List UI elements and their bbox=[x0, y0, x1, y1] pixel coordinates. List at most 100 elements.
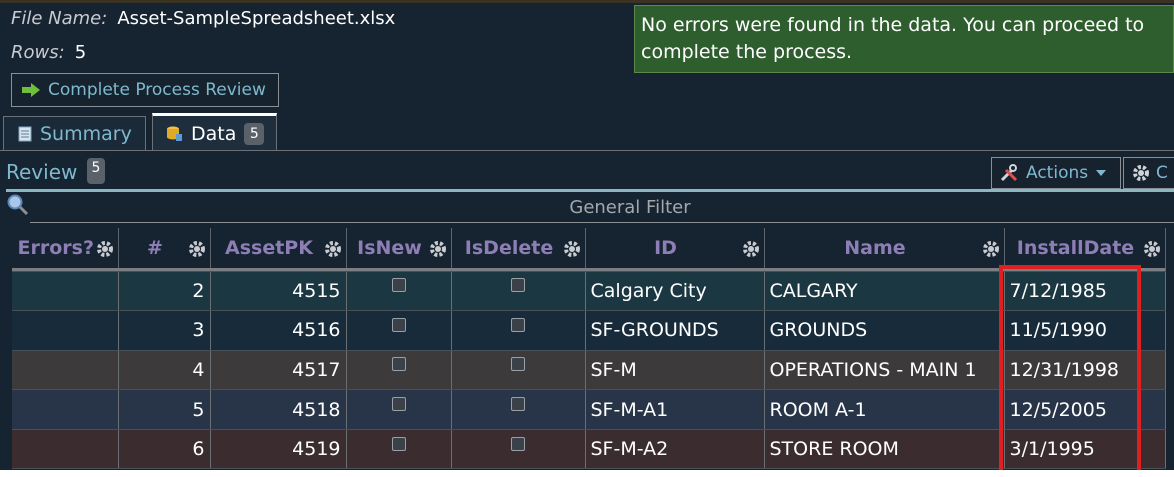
file-name-row: File Name: Asset-SampleSpreadsheet.xlsx bbox=[11, 8, 395, 42]
top-border bbox=[0, 0, 1174, 3]
cell-number: 2 bbox=[118, 271, 211, 312]
tab-divider bbox=[0, 150, 1174, 151]
cell-number: 3 bbox=[118, 310, 211, 351]
cell-errors bbox=[12, 429, 119, 470]
column-header-id[interactable]: ID bbox=[585, 228, 765, 268]
cell-isnew bbox=[346, 310, 452, 351]
column-header-name[interactable]: Name bbox=[764, 228, 1005, 268]
success-message: No errors were found in the data. You ca… bbox=[634, 5, 1174, 73]
tab-summary[interactable]: Summary bbox=[3, 116, 146, 151]
column-header-number[interactable]: # bbox=[118, 228, 211, 268]
data-table: Errors? # AssetPK IsNew IsDelete ID Name… bbox=[12, 228, 1166, 470]
cell-isdelete bbox=[451, 271, 586, 312]
tab-data-badge: 5 bbox=[244, 122, 265, 145]
installdate-highlight-annotation bbox=[999, 265, 1141, 474]
tab-data[interactable]: Data 5 bbox=[152, 113, 277, 151]
review-header-rule bbox=[6, 189, 1174, 192]
caret-down-icon bbox=[1096, 170, 1107, 176]
cell-number: 5 bbox=[118, 389, 211, 430]
bottom-border bbox=[0, 470, 1174, 477]
cell-name: CALGARY bbox=[764, 271, 1005, 312]
filter-search[interactable] bbox=[6, 193, 30, 217]
cell-assetpk: 4517 bbox=[210, 350, 347, 391]
gear-icon[interactable] bbox=[188, 240, 206, 258]
isdelete-checkbox[interactable] bbox=[511, 357, 525, 372]
cell-isdelete bbox=[451, 350, 586, 391]
cell-isnew bbox=[346, 429, 452, 470]
column-header-isnew[interactable]: IsNew bbox=[346, 228, 452, 268]
isdelete-checkbox[interactable] bbox=[511, 317, 525, 332]
table-row[interactable]: 6 4519 SF-M-A2 STORE ROOM 3/1/1995 bbox=[12, 429, 1166, 470]
column-config-button[interactable]: C bbox=[1123, 157, 1174, 189]
complete-process-review-label: Complete Process Review bbox=[48, 80, 266, 100]
cell-assetpk: 4516 bbox=[210, 310, 347, 351]
table-row[interactable]: 2 4515 Calgary City CALGARY 7/12/1985 bbox=[12, 271, 1166, 312]
cell-number: 4 bbox=[118, 350, 211, 391]
gear-icon[interactable] bbox=[96, 240, 114, 258]
column-header-installdate[interactable]: InstallDate bbox=[1004, 228, 1166, 268]
rows-value: 5 bbox=[74, 42, 87, 63]
table-row[interactable]: 4 4517 SF-M OPERATIONS - MAIN 1 12/31/19… bbox=[12, 350, 1166, 391]
cell-id: SF-M bbox=[585, 350, 765, 391]
cell-errors bbox=[12, 310, 119, 351]
isnew-checkbox[interactable] bbox=[391, 397, 406, 412]
cell-assetpk: 4515 bbox=[210, 271, 347, 312]
cell-name: GROUNDS bbox=[764, 310, 1005, 351]
isnew-checkbox[interactable] bbox=[391, 317, 406, 332]
table-header-row: Errors? # AssetPK IsNew IsDelete ID Name… bbox=[12, 228, 1166, 268]
isdelete-checkbox[interactable] bbox=[511, 397, 525, 412]
arrow-right-icon bbox=[22, 83, 40, 97]
cell-isdelete bbox=[451, 310, 586, 351]
rows-row: Rows: 5 bbox=[11, 42, 395, 76]
actions-label: Actions bbox=[1026, 163, 1089, 183]
cell-number: 6 bbox=[118, 429, 211, 470]
cell-assetpk: 4518 bbox=[210, 389, 347, 430]
isdelete-checkbox[interactable] bbox=[511, 278, 525, 293]
cell-name: ROOM A-1 bbox=[764, 389, 1005, 430]
rows-label: Rows: bbox=[11, 42, 65, 63]
tab-summary-label: Summary bbox=[40, 123, 132, 145]
gear-icon[interactable] bbox=[563, 240, 581, 258]
tab-data-label: Data bbox=[191, 122, 237, 145]
tools-icon bbox=[1000, 164, 1018, 182]
cell-id: SF-M-A2 bbox=[585, 429, 765, 470]
actions-dropdown-button[interactable]: Actions bbox=[991, 157, 1121, 189]
cell-isnew bbox=[346, 389, 452, 430]
isnew-checkbox[interactable] bbox=[391, 278, 406, 293]
filter-underline bbox=[30, 222, 1174, 223]
config-label: C bbox=[1156, 163, 1168, 183]
review-count-badge: 5 bbox=[87, 158, 105, 184]
cell-id: SF-M-A1 bbox=[585, 389, 765, 430]
file-name-label: File Name: bbox=[11, 8, 108, 29]
isnew-checkbox[interactable] bbox=[391, 357, 406, 372]
table-row[interactable]: 5 4518 SF-M-A1 ROOM A-1 12/5/2005 bbox=[12, 389, 1166, 430]
complete-process-review-button[interactable]: Complete Process Review bbox=[11, 73, 279, 107]
cell-id: SF-GROUNDS bbox=[585, 310, 765, 351]
table-row[interactable]: 3 4516 SF-GROUNDS GROUNDS 11/5/1990 bbox=[12, 310, 1166, 351]
column-header-isdelete[interactable]: IsDelete bbox=[451, 228, 586, 268]
cell-assetpk: 4519 bbox=[210, 429, 347, 470]
cell-isdelete bbox=[451, 429, 586, 470]
cell-isnew bbox=[346, 271, 452, 312]
column-header-assetpk[interactable]: AssetPK bbox=[210, 228, 347, 268]
isdelete-checkbox[interactable] bbox=[511, 436, 525, 451]
file-info: File Name: Asset-SampleSpreadsheet.xlsx … bbox=[11, 8, 395, 76]
document-icon bbox=[18, 126, 32, 142]
gear-icon[interactable] bbox=[742, 240, 760, 258]
cell-name: OPERATIONS - MAIN 1 bbox=[764, 350, 1005, 391]
gear-icon[interactable] bbox=[429, 240, 447, 258]
isnew-checkbox[interactable] bbox=[391, 436, 406, 451]
review-title: Review bbox=[6, 160, 78, 184]
gear-icon[interactable] bbox=[982, 240, 1000, 258]
cell-isnew bbox=[346, 350, 452, 391]
gear-icon bbox=[1133, 165, 1149, 181]
cell-errors bbox=[12, 271, 119, 312]
cell-isdelete bbox=[451, 389, 586, 430]
search-icon bbox=[7, 194, 29, 216]
cell-name: STORE ROOM bbox=[764, 429, 1005, 470]
database-icon bbox=[167, 126, 182, 141]
gear-icon[interactable] bbox=[1143, 240, 1161, 258]
column-header-errors[interactable]: Errors? bbox=[12, 228, 119, 268]
gear-icon[interactable] bbox=[324, 240, 342, 258]
cell-errors bbox=[12, 389, 119, 430]
